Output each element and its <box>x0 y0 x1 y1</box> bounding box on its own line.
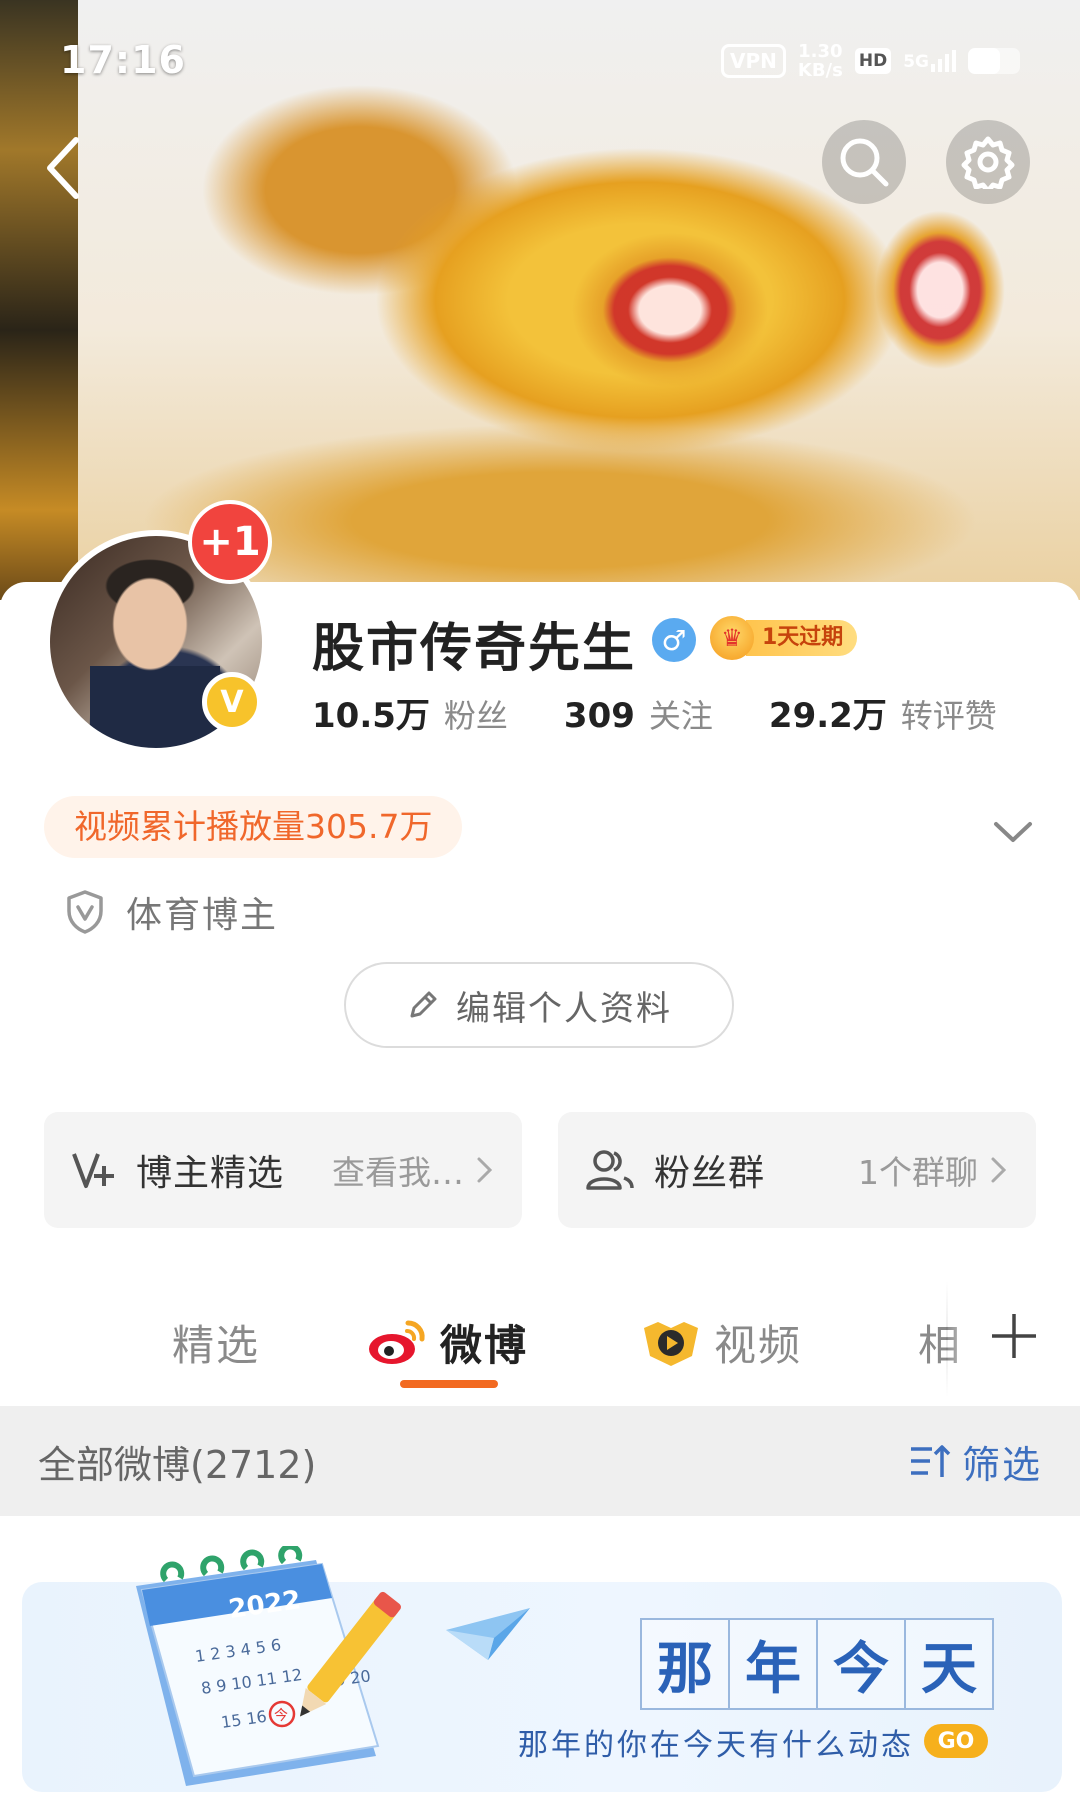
tab-label: 精选 <box>172 1321 261 1370</box>
male-gender-icon: ♂ <box>652 618 696 662</box>
network-speed: 1.30 KB/s <box>798 42 843 80</box>
network-speed-unit: KB/s <box>797 60 843 81</box>
gear-icon <box>961 136 1015 189</box>
on-this-day-title: 那 年 今 天 <box>640 1618 994 1710</box>
add-tab-icon[interactable] <box>988 1310 1040 1362</box>
stat-label: 粉丝 <box>443 697 508 735</box>
active-tab-indicator <box>400 1380 498 1388</box>
verified-badge-icon: V <box>202 672 262 732</box>
paper-plane-icon <box>446 1608 530 1660</box>
chevron-left-icon <box>47 137 79 199</box>
tab-weibo[interactable]: 微博 <box>366 1312 528 1373</box>
tab-label: 视频 <box>714 1321 803 1370</box>
blogger-picks-card[interactable]: 博主精选 查看我… <box>44 1112 522 1228</box>
settings-button[interactable] <box>946 120 1030 204</box>
status-bar: 17:16 VPN 1.30 KB/s HD 5G <box>0 0 1080 120</box>
weibo-logo-icon <box>369 1319 425 1364</box>
calendar-today-mark: 今 <box>274 1708 288 1724</box>
stat-label: 转评赞 <box>900 697 997 735</box>
feature-title: 博主精选 <box>136 1153 285 1194</box>
member-expiry-label: 1天过期 <box>746 620 858 656</box>
stat-label: 关注 <box>648 697 713 735</box>
vpn-icon: VPN <box>721 44 786 78</box>
profile-nickname: 股市传奇先生 <box>312 619 637 679</box>
chevron-down-icon[interactable] <box>990 808 1036 854</box>
video-play-icon <box>644 1321 698 1366</box>
back-button[interactable] <box>36 128 92 208</box>
tab-video[interactable]: 视频 <box>640 1312 802 1373</box>
feature-subtitle: 查看我… <box>332 1153 464 1192</box>
chevron-right-icon <box>991 1157 1007 1183</box>
stat-likes[interactable]: 29.2万 转评赞 <box>769 688 997 737</box>
edit-profile-label: 编辑个人资料 <box>456 988 672 1029</box>
go-button[interactable]: GO <box>924 1724 988 1758</box>
stat-value: 309 <box>563 696 635 736</box>
filter-icon <box>910 1445 951 1477</box>
hd-icon: HD <box>854 48 892 74</box>
battery-icon <box>968 48 1020 74</box>
feature-subtitle: 1个群聊 <box>858 1153 978 1192</box>
tag-label: 体育博主 <box>126 895 279 936</box>
stat-value: 29.2万 <box>768 696 887 736</box>
title-char: 年 <box>728 1618 818 1710</box>
profile-tag[interactable]: 体育博主 <box>64 886 278 938</box>
profile-tabs: 精选 微博 视频 相 <box>0 1278 1080 1408</box>
stat-following[interactable]: 309 关注 <box>564 691 713 737</box>
v-plus-icon <box>72 1153 114 1188</box>
search-button[interactable] <box>822 120 906 204</box>
crown-icon: ♛ <box>710 616 754 660</box>
title-char: 今 <box>816 1618 906 1710</box>
calendar-illustration-icon: 2022 1 2 3 4 5 6 8 9 10 11 12 15 16 9 20… <box>136 1546 401 1786</box>
stat-value: 10.5万 <box>312 696 430 736</box>
profile-stats: 10.5万 粉丝 309 关注 29.2万 转评赞 <box>312 688 997 737</box>
tab-featured[interactable]: 精选 <box>172 1312 260 1373</box>
signal-icon: 5G <box>903 50 956 72</box>
chevron-right-icon <box>477 1157 493 1183</box>
avatar-new-badge[interactable]: +1 <box>188 500 272 584</box>
tabs-divider <box>946 1280 948 1398</box>
tab-label: 微博 <box>440 1321 529 1370</box>
shield-v-icon <box>67 890 103 934</box>
stat-followers[interactable]: 10.5万 粉丝 <box>312 688 508 737</box>
fan-group-card[interactable]: 粉丝群 1个群聊 <box>558 1112 1036 1228</box>
on-this-day-subtitle: 那年的你在今天有什么动态 <box>518 1728 914 1763</box>
video-plays-pill[interactable]: 视频累计播放量305.7万 <box>44 796 463 858</box>
edit-profile-button[interactable]: 编辑个人资料 <box>344 962 734 1048</box>
network-type: 5G <box>903 52 929 72</box>
status-indicators: VPN 1.30 KB/s HD 5G <box>721 38 1020 80</box>
search-icon <box>840 138 889 187</box>
filter-button[interactable]: 筛选 <box>908 1434 1042 1489</box>
network-speed-value: 1.30 <box>798 41 843 62</box>
weibo-count-label: 全部微博(2712) <box>38 1442 317 1487</box>
group-icon <box>586 1150 634 1190</box>
status-time: 17:16 <box>60 38 186 82</box>
filter-bar: 全部微博(2712) 筛选 <box>0 1406 1080 1516</box>
filter-label: 筛选 <box>961 1442 1042 1487</box>
feature-title: 粉丝群 <box>654 1153 766 1194</box>
title-char: 那 <box>640 1618 730 1710</box>
title-char: 天 <box>904 1618 994 1710</box>
member-badge[interactable]: ♛ 1天过期 <box>710 616 858 660</box>
pencil-icon <box>410 991 437 1018</box>
